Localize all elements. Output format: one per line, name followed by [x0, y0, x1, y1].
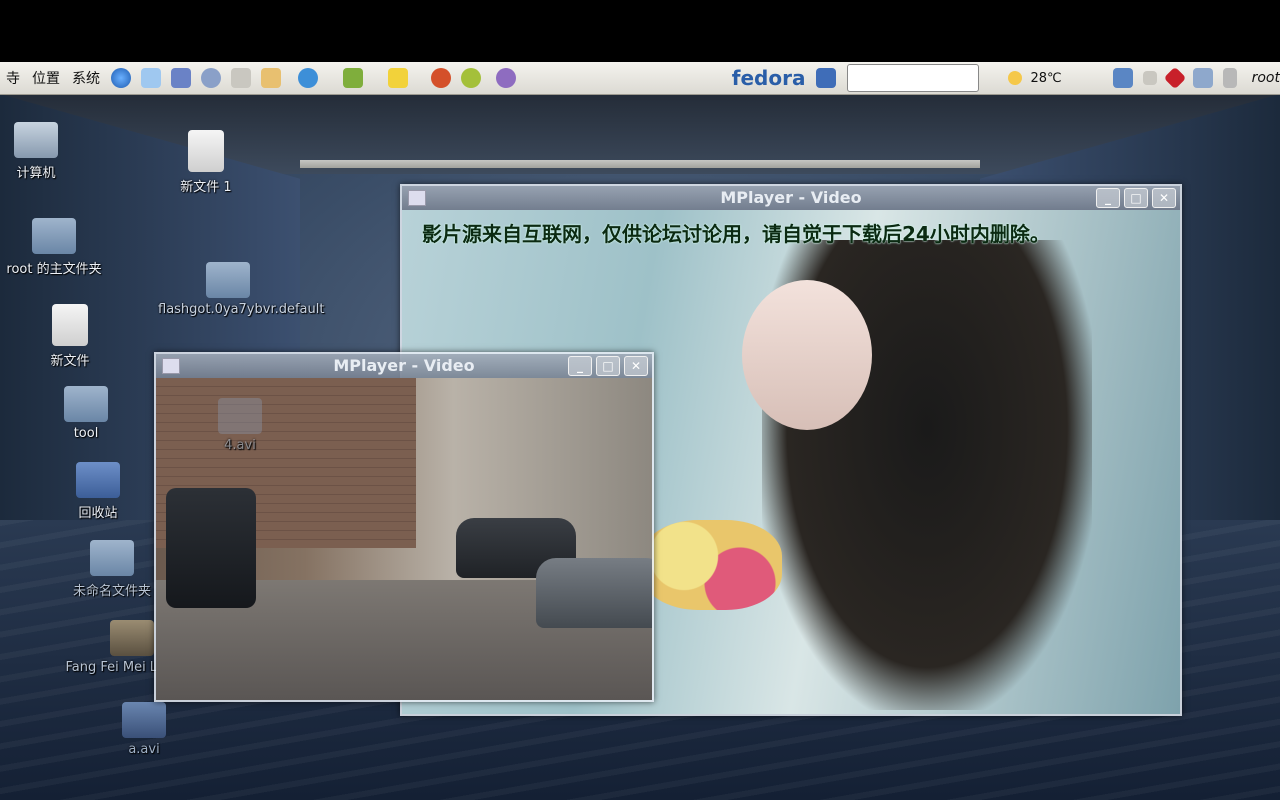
folder-icon [64, 386, 108, 422]
reflected-panel-strip [300, 160, 980, 168]
video-car [536, 558, 652, 628]
desktop-icon-a-avi[interactable]: a.avi [84, 702, 204, 757]
video-subtitle: 影片源来自互联网，仅供论坛讨论用，请自觉于下载后24小时内删除。 [422, 222, 1050, 246]
document-icon [188, 130, 224, 172]
desktop-icon-label: 4.avi [224, 438, 256, 453]
archive-icon[interactable] [261, 68, 281, 88]
tomato-icon[interactable] [431, 68, 451, 88]
weather-temp[interactable]: 28℃ [1024, 71, 1067, 86]
maximize-button[interactable]: □ [1124, 188, 1148, 208]
document-icon [52, 304, 88, 346]
desktop-icon-label: flashgot.0ya7ybvr.default [158, 302, 325, 317]
window-controls: _ □ ✕ [1096, 188, 1176, 208]
desktop-icon-label: root 的主文件夹 [6, 262, 102, 277]
battery-icon[interactable] [1222, 68, 1237, 88]
monitor-icon[interactable] [816, 68, 837, 88]
desktop-icon-computer[interactable]: 计算机 [0, 122, 96, 181]
video-file-icon [110, 620, 154, 656]
ruby-icon[interactable] [1163, 66, 1186, 90]
apple-icon[interactable] [461, 68, 481, 88]
pidgin-icon[interactable] [496, 68, 516, 88]
top-panel: 寺 位置 系统 fedora 28℃ root [0, 62, 1280, 95]
video-car [166, 488, 256, 608]
black-border [0, 0, 1280, 62]
user-label[interactable]: root [1252, 70, 1280, 86]
desktop-icon-label: tool [73, 426, 99, 441]
terminal-icon[interactable] [171, 68, 191, 88]
maximize-button[interactable]: □ [596, 356, 620, 376]
menu-places[interactable]: 位置 [26, 68, 66, 88]
computer-icon [14, 122, 58, 158]
weather-icon [1008, 71, 1023, 85]
mplayer-icon [408, 190, 426, 206]
video-face [742, 280, 872, 430]
scanner-icon[interactable] [231, 68, 251, 88]
mail-icon[interactable] [141, 68, 161, 88]
desktop-icon-newfile[interactable]: 新文件 [10, 304, 130, 369]
network-status-icon[interactable] [1112, 68, 1133, 88]
desktop-icon-flashgot[interactable]: flashgot.0ya7ybvr.default [158, 262, 325, 317]
desktop-icon-tool[interactable]: tool [26, 386, 146, 441]
dictionary-icon[interactable] [343, 68, 363, 88]
qq-icon[interactable] [298, 68, 318, 88]
video-file-icon [218, 398, 262, 434]
search-input[interactable] [847, 64, 980, 92]
video-flowers [642, 520, 782, 610]
minimize-button[interactable]: _ [568, 356, 592, 376]
minimize-button[interactable]: _ [1096, 188, 1120, 208]
desktop-icon-label: 新文件 1 [180, 180, 232, 195]
network-icon[interactable] [201, 68, 221, 88]
folder-icon [90, 540, 134, 576]
browser-icon[interactable] [111, 68, 131, 88]
mplayer-icon [162, 358, 180, 374]
desktop-icon-home[interactable]: root 的主文件夹 [0, 218, 114, 277]
desktop-icon-label: a.avi [128, 742, 160, 757]
menu-system[interactable]: 系统 [66, 68, 106, 88]
home-folder-icon [32, 218, 76, 254]
window-controls: _ □ ✕ [568, 356, 648, 376]
notes-icon[interactable] [388, 68, 408, 88]
trash-icon [76, 462, 120, 498]
desktop-cube: 寺 位置 系统 fedora 28℃ root 计算机 新文件 1 root 的… [0, 0, 1280, 800]
device-icon[interactable] [1192, 68, 1213, 88]
close-button[interactable]: ✕ [1152, 188, 1176, 208]
window-titlebar[interactable]: MPlayer - Video _ □ ✕ [402, 186, 1180, 210]
desktop-icon-label: 新文件 [50, 354, 90, 369]
window-title: MPlayer - Video [720, 188, 862, 207]
close-button[interactable]: ✕ [624, 356, 648, 376]
video-file-icon [122, 702, 166, 738]
desktop-icon-trash[interactable]: 回收站 [38, 462, 158, 521]
window-titlebar[interactable]: MPlayer - Video _ □ ✕ [156, 354, 652, 378]
desktop-icon-newfile1[interactable]: 新文件 1 [146, 130, 266, 195]
fedora-logo[interactable]: fedora [726, 66, 812, 90]
menu-applications[interactable]: 寺 [0, 68, 26, 88]
folder-icon [206, 262, 250, 298]
desktop-icon-label: 回收站 [78, 506, 118, 521]
keyboard-icon[interactable] [1142, 71, 1157, 85]
desktop-icon-label: 计算机 [16, 166, 56, 181]
window-title: MPlayer - Video [333, 356, 475, 375]
desktop-icon-4-avi[interactable]: 4.avi [180, 398, 300, 453]
